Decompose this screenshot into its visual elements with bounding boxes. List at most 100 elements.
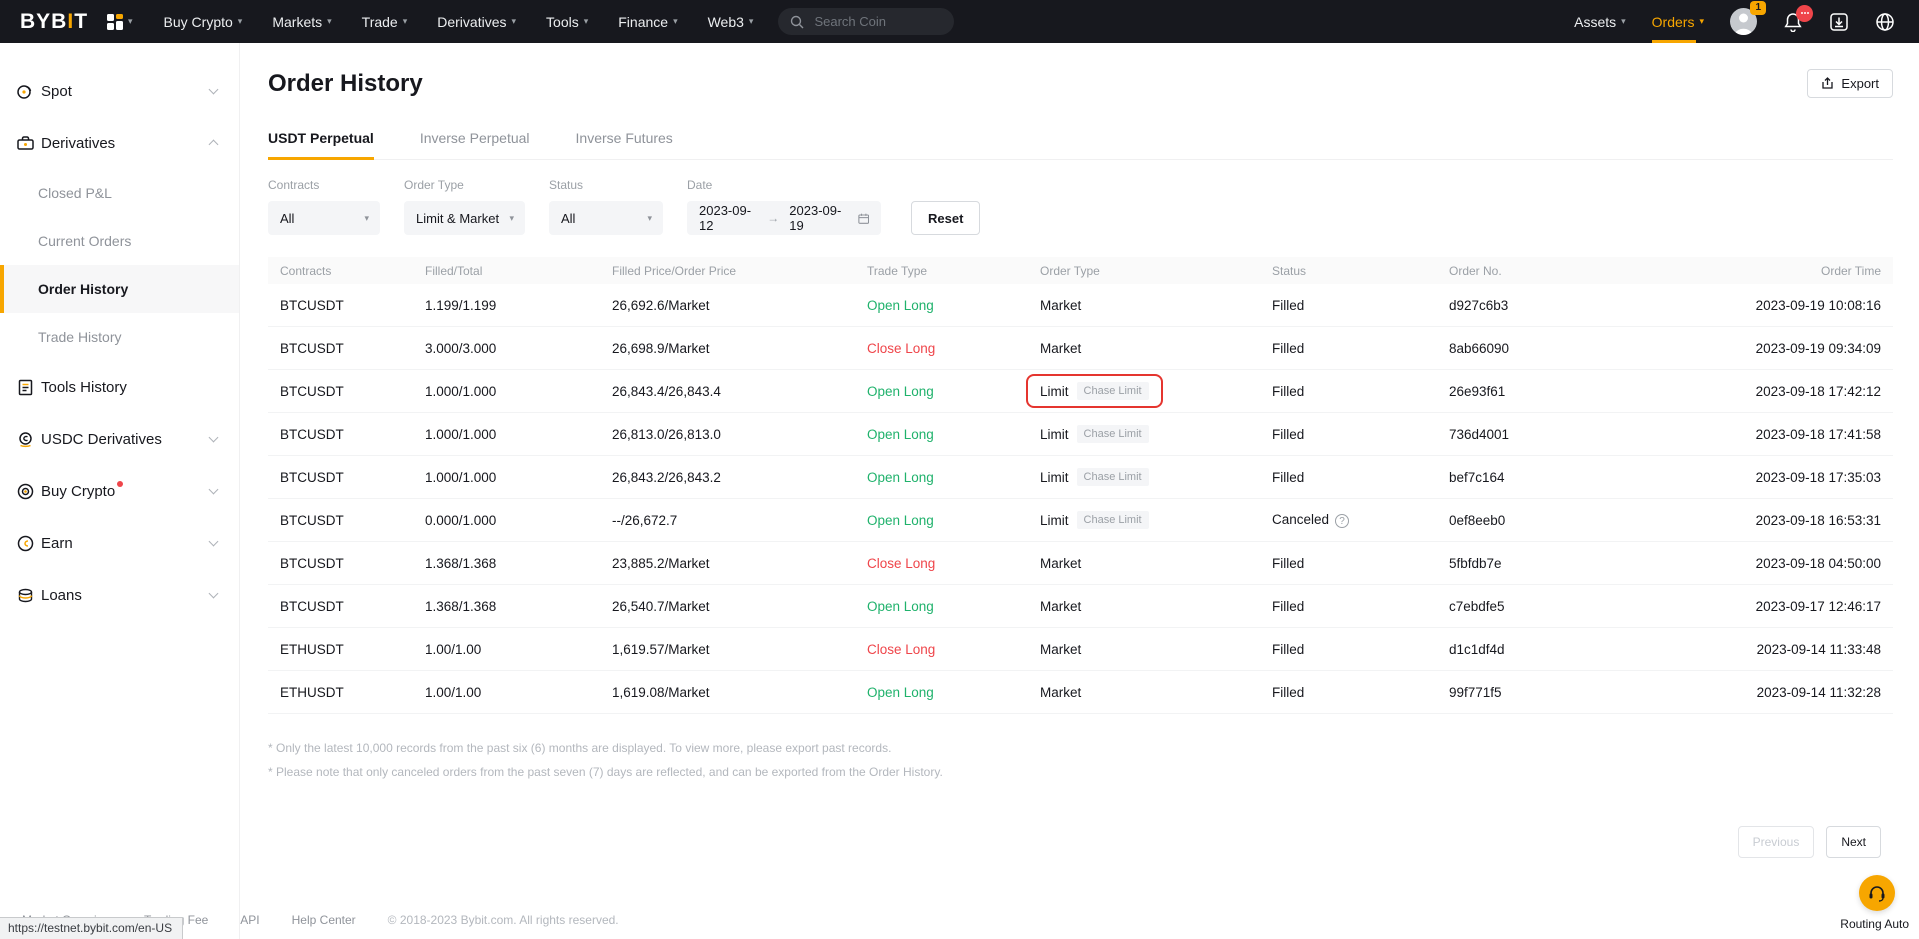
- sidebar-item-order-history[interactable]: Order History: [0, 265, 239, 313]
- apps-grid-button[interactable]: ▾: [106, 13, 133, 31]
- tab-usdt-perpetual[interactable]: USDT Perpetual: [268, 130, 374, 159]
- nav-item-tools[interactable]: Tools ▾: [531, 0, 603, 43]
- cell-filled-price: 26,540.7/Market: [612, 599, 867, 614]
- routing-auto-label[interactable]: Routing Auto: [1840, 917, 1909, 931]
- cell-order-type: Market: [1040, 642, 1272, 657]
- language-button[interactable]: [1875, 12, 1895, 32]
- status-label: Filled: [1272, 341, 1304, 356]
- table-row[interactable]: BTCUSDT1.000/1.00026,813.0/26,813.0Open …: [268, 413, 1893, 456]
- order-type-select-value: Limit & Market: [416, 211, 499, 226]
- status-label: Filled: [1272, 470, 1304, 485]
- table-row[interactable]: BTCUSDT1.199/1.19926,692.6/MarketOpen Lo…: [268, 284, 1893, 327]
- chevron-down-icon: ▾: [749, 16, 754, 27]
- reset-button[interactable]: Reset: [911, 201, 980, 235]
- order-type-label: Limit: [1040, 384, 1069, 399]
- table-row[interactable]: BTCUSDT1.368/1.36826,540.7/MarketOpen Lo…: [268, 585, 1893, 628]
- status-select[interactable]: All ▾: [549, 201, 663, 235]
- table-body: BTCUSDT1.199/1.19926,692.6/MarketOpen Lo…: [268, 284, 1893, 714]
- cell-order-time: 2023-09-18 16:53:31: [1663, 513, 1893, 528]
- footer-link-help-center[interactable]: Help Center: [292, 913, 356, 927]
- search-box[interactable]: [778, 8, 954, 35]
- sidebar-item-label: Spot: [41, 83, 72, 100]
- chevron-up-icon: [209, 140, 219, 150]
- tab-inverse-perpetual[interactable]: Inverse Perpetual: [420, 130, 530, 159]
- notifications-button[interactable]: [1783, 12, 1803, 32]
- cell-filled-total: 1.000/1.000: [425, 384, 612, 399]
- chevron-down-icon: ▾: [584, 16, 589, 27]
- table-row[interactable]: BTCUSDT1.000/1.00026,843.2/26,843.2Open …: [268, 456, 1893, 499]
- search-input[interactable]: [812, 13, 932, 30]
- sidebar-item-loans[interactable]: Loans: [0, 569, 239, 621]
- table-row[interactable]: BTCUSDT0.000/1.000--/26,672.7Open LongLi…: [268, 499, 1893, 542]
- sidebar-item-trade-history[interactable]: Trade History: [0, 313, 239, 361]
- nav-item-trade[interactable]: Trade▾: [347, 0, 423, 43]
- sidebar-item-current-orders[interactable]: Current Orders: [0, 217, 239, 265]
- nav-item-finance[interactable]: Finance▾: [603, 0, 692, 43]
- order-type-select[interactable]: Limit & Market ▾: [404, 201, 525, 235]
- contracts-select[interactable]: All ▾: [268, 201, 380, 235]
- download-app-button[interactable]: [1829, 12, 1849, 32]
- cell-filled-price: 1,619.57/Market: [612, 642, 867, 657]
- previous-page-button[interactable]: Previous: [1738, 826, 1815, 858]
- cell-order-time: 2023-09-19 10:08:16: [1663, 298, 1893, 313]
- next-page-button[interactable]: Next: [1826, 826, 1881, 858]
- question-circle-icon[interactable]: ?: [1335, 514, 1349, 528]
- table-row[interactable]: BTCUSDT1.000/1.00026,843.4/26,843.4Open …: [268, 370, 1893, 413]
- chevron-down-icon: ▾: [364, 213, 369, 224]
- nav-item-label: Derivatives: [437, 14, 506, 30]
- sidebar-item-tools-history[interactable]: Tools History: [0, 361, 239, 413]
- cell-order-time: 2023-09-14 11:33:48: [1663, 642, 1893, 657]
- cell-trade-type: Open Long: [867, 384, 1040, 399]
- orders-menu[interactable]: Orders ▾: [1652, 0, 1704, 43]
- search-icon: [790, 15, 804, 29]
- table-row[interactable]: BTCUSDT1.368/1.36823,885.2/MarketClose L…: [268, 542, 1893, 585]
- sidebar-item-derivatives[interactable]: Derivatives: [0, 117, 239, 169]
- assets-label: Assets: [1574, 14, 1616, 30]
- nav-item-buy-crypto[interactable]: Buy Crypto▾: [149, 0, 258, 43]
- cell-order-type: Market: [1040, 298, 1272, 313]
- cell-order-time: 2023-09-17 12:46:17: [1663, 599, 1893, 614]
- sidebar-item-spot[interactable]: Spot: [0, 65, 239, 117]
- footnote-text: * Only the latest 10,000 records from th…: [268, 740, 1893, 757]
- cell-status: Filled: [1272, 642, 1449, 657]
- export-button[interactable]: Export: [1807, 69, 1893, 98]
- chevron-down-icon: ▾: [1699, 16, 1704, 27]
- footer-link-api[interactable]: API: [240, 913, 259, 927]
- sidebar-item-buy-crypto[interactable]: Buy Crypto: [0, 465, 239, 517]
- nav-item-label: Buy Crypto: [164, 14, 233, 30]
- table-row[interactable]: BTCUSDT3.000/3.00026,698.9/MarketClose L…: [268, 327, 1893, 370]
- support-chat-button[interactable]: [1859, 875, 1895, 911]
- user-avatar[interactable]: 1: [1730, 8, 1757, 35]
- usdc-derivatives-icon: [16, 430, 35, 449]
- headset-icon: [1867, 883, 1887, 903]
- sidebar-item-earn[interactable]: Earn: [0, 517, 239, 569]
- derivatives-icon: [16, 134, 35, 153]
- cell-order-type: Market: [1040, 599, 1272, 614]
- table-row[interactable]: ETHUSDT1.00/1.001,619.57/MarketClose Lon…: [268, 628, 1893, 671]
- cell-filled-total: 3.000/3.000: [425, 341, 612, 356]
- cell-filled-price: 26,813.0/26,813.0: [612, 427, 867, 442]
- column-header-status: Status: [1272, 264, 1449, 278]
- bybit-logo[interactable]: BYBIT: [20, 10, 88, 34]
- status-select-value: All: [561, 211, 575, 226]
- cell-contracts: BTCUSDT: [268, 427, 425, 442]
- column-header-order-time: Order Time: [1663, 264, 1893, 278]
- table-row[interactable]: ETHUSDT1.00/1.001,619.08/MarketOpen Long…: [268, 671, 1893, 714]
- cell-status: Canceled?: [1272, 512, 1449, 529]
- chevron-down-icon: [209, 537, 219, 547]
- cell-contracts: BTCUSDT: [268, 513, 425, 528]
- chevron-down-icon: [209, 85, 219, 95]
- tab-inverse-futures[interactable]: Inverse Futures: [576, 130, 673, 159]
- assets-menu[interactable]: Assets ▾: [1574, 14, 1626, 30]
- nav-item-web3[interactable]: Web3▾: [693, 0, 769, 43]
- sidebar-item-usdc-derivatives[interactable]: USDC Derivatives: [0, 413, 239, 465]
- date-range-picker[interactable]: 2023-09-12 → 2023-09-19: [687, 201, 881, 235]
- avatar-badge: 1: [1750, 1, 1766, 15]
- cell-contracts: BTCUSDT: [268, 470, 425, 485]
- cell-filled-price: 1,619.08/Market: [612, 685, 867, 700]
- nav-item-label: Tools: [546, 14, 579, 30]
- nav-item-derivatives[interactable]: Derivatives▾: [422, 0, 531, 43]
- nav-item-markets[interactable]: Markets▾: [257, 0, 346, 43]
- sidebar-item-closed-p-l[interactable]: Closed P&L: [0, 169, 239, 217]
- sidebar-item-label: USDC Derivatives: [41, 431, 162, 448]
